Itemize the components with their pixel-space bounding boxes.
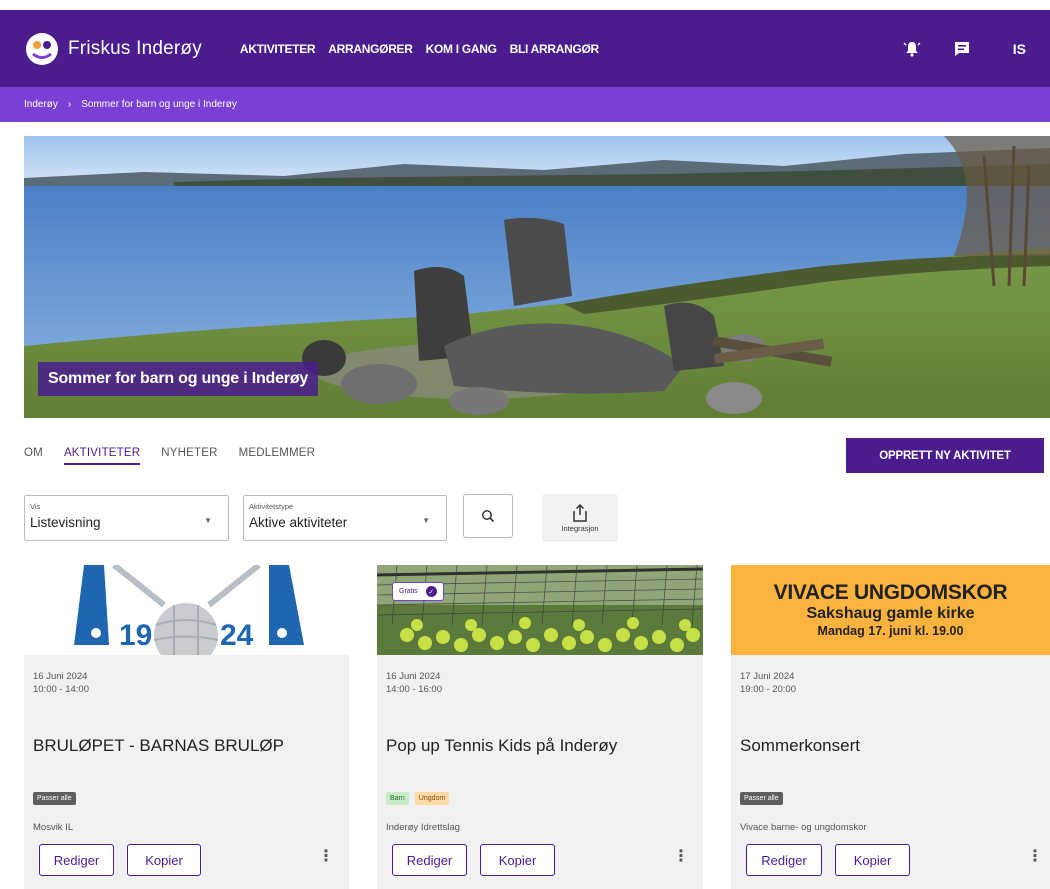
card-title[interactable]: Sommerkonsert	[740, 736, 860, 756]
activity-type-value: Aktive aktiviteter	[249, 515, 348, 530]
breadcrumb-root[interactable]: Inderøy	[24, 99, 58, 110]
nav-bli-arrangor[interactable]: BLI ARRANGØR	[510, 42, 600, 56]
activity-card[interactable]: Gratis ✓ 16 Juni 2024 14:00 - 16:00 Pop …	[377, 565, 703, 889]
card-date: 17 Juni 2024	[740, 671, 795, 682]
more-options-icon[interactable]: ⋮	[1027, 849, 1043, 865]
card-badges: Passer alle	[33, 792, 82, 805]
activity-type-label: Aktivitetstype	[249, 502, 294, 511]
card-actions: Rediger Kopier	[39, 844, 214, 876]
breadcrumb: Inderøy › Sommer for barn og unge i Inde…	[0, 87, 1050, 122]
message-icon[interactable]	[953, 40, 971, 58]
card-time: 10:00 - 14:00	[33, 684, 89, 695]
card-badges: Barn Ungdom	[386, 792, 455, 805]
card-image-text-24: 24	[220, 619, 254, 652]
hero-title: Sommer for barn og unge i Inderøy	[38, 362, 319, 396]
card-datetime: 17 Juni 2024 19:00 - 20:00	[740, 670, 796, 696]
tab-medlemmer[interactable]: MEDLEMMER	[239, 447, 316, 465]
edit-button[interactable]: Rediger	[392, 844, 467, 876]
badge-passer-alle: Passer alle	[740, 792, 783, 805]
notification-bell-icon[interactable]	[903, 40, 921, 58]
copy-button[interactable]: Kopier	[127, 844, 201, 876]
tab-nyheter[interactable]: NYHETER	[161, 447, 217, 465]
copy-button[interactable]: Kopier	[835, 844, 910, 876]
card-datetime: 16 Juni 2024 14:00 - 16:00	[386, 670, 442, 696]
chevron-down-icon: ▼	[204, 516, 212, 525]
card-organizer[interactable]: Mosvik IL	[33, 822, 73, 833]
view-select[interactable]: Vis Listevisning ▼	[24, 495, 229, 541]
card-organizer[interactable]: Inderøy Idrettslag	[386, 822, 460, 833]
poster-title: VIVACE UNGDOMSKOR	[773, 581, 1008, 604]
activity-card[interactable]: 19 24 16 Juni 2024 10:00 - 14:00 BRULØPE…	[24, 565, 349, 889]
tab-aktiviteter[interactable]: AKTIVITETER	[63, 447, 141, 465]
card-badges: Passer alle	[740, 792, 789, 805]
card-actions: Rediger Kopier	[746, 844, 923, 876]
integration-button[interactable]: Integrasjon	[542, 494, 618, 542]
user-avatar-initials[interactable]: IS	[1013, 41, 1026, 57]
edit-button[interactable]: Rediger	[39, 844, 114, 876]
tab-om[interactable]: OM	[24, 447, 43, 465]
nav-kom-i-gang[interactable]: KOM I GANG	[426, 42, 497, 56]
top-navigation-bar: Friskus Inderøy AKTIVITETER ARRANGØRER K…	[0, 10, 1050, 87]
activity-card[interactable]: VIVACE UNGDOMSKOR Sakshaug gamle kirke M…	[731, 565, 1050, 889]
card-image: Gratis ✓	[377, 565, 703, 655]
price-tag: Gratis ✓	[392, 582, 444, 601]
brand-name: Friskus Inderøy	[68, 37, 202, 59]
concert-poster: VIVACE UNGDOMSKOR Sakshaug gamle kirke M…	[731, 565, 1050, 655]
header-actions: IS	[903, 10, 1050, 87]
more-options-icon[interactable]: ⋮	[673, 849, 689, 865]
card-title[interactable]: BRULØPET - BARNAS BRULØP	[33, 736, 284, 756]
search-button[interactable]	[463, 494, 513, 538]
page-tabs: OM AKTIVITETER NYHETER MEDLEMMER	[24, 447, 336, 465]
main-nav: AKTIVITETER ARRANGØRER KOM I GANG BLI AR…	[240, 42, 612, 56]
poster-date: Mandag 17. juni kl. 19.00	[817, 624, 964, 638]
breadcrumb-current: Sommer for barn og unge i Inderøy	[81, 99, 237, 110]
badge-ungdom: Ungdom	[414, 792, 450, 805]
card-organizer[interactable]: Vivace barne- og ungdomskor	[740, 822, 867, 833]
hero-banner: Sommer for barn og unge i Inderøy	[24, 136, 1050, 418]
price-tag-label: Gratis	[399, 588, 418, 595]
card-actions: Rediger Kopier	[392, 844, 568, 876]
card-title[interactable]: Pop up Tennis Kids på Inderøy	[386, 736, 617, 756]
more-options-icon[interactable]: ⋮	[318, 849, 334, 865]
search-icon	[482, 510, 495, 523]
create-activity-button[interactable]: OPPRETT NY AKTIVITET	[846, 438, 1044, 473]
card-image: 19 24	[24, 565, 349, 655]
brand-logo-link[interactable]: Friskus Inderøy	[26, 32, 202, 65]
integration-label: Integrasjon	[561, 523, 599, 533]
chevron-down-icon: ▼	[422, 516, 430, 525]
nav-aktiviteter[interactable]: AKTIVITETER	[240, 42, 316, 56]
check-icon: ✓	[425, 586, 437, 597]
card-image: VIVACE UNGDOMSKOR Sakshaug gamle kirke M…	[731, 565, 1050, 655]
nav-arrangorer[interactable]: ARRANGØRER	[328, 42, 413, 56]
card-image-text-19: 19	[119, 619, 152, 652]
card-date: 16 Juni 2024	[33, 671, 88, 682]
card-time: 19:00 - 20:00	[740, 684, 796, 695]
badge-barn: Barn	[386, 792, 409, 805]
card-date: 16 Juni 2024	[386, 671, 441, 682]
card-time: 14:00 - 16:00	[386, 684, 442, 695]
badge-passer-alle: Passer alle	[33, 792, 76, 805]
friskus-logo-icon	[26, 32, 58, 65]
view-select-value: Listevisning	[30, 515, 101, 530]
activity-type-select[interactable]: Aktivitetstype Aktive aktiviteter ▼	[243, 495, 447, 541]
poster-venue: Sakshaug gamle kirke	[806, 605, 975, 622]
card-datetime: 16 Juni 2024 10:00 - 14:00	[33, 670, 89, 696]
share-upload-icon	[573, 503, 587, 522]
breadcrumb-separator: ›	[67, 99, 72, 110]
view-select-label: Vis	[30, 502, 41, 511]
copy-button[interactable]: Kopier	[480, 844, 555, 876]
edit-button[interactable]: Rediger	[746, 844, 822, 876]
